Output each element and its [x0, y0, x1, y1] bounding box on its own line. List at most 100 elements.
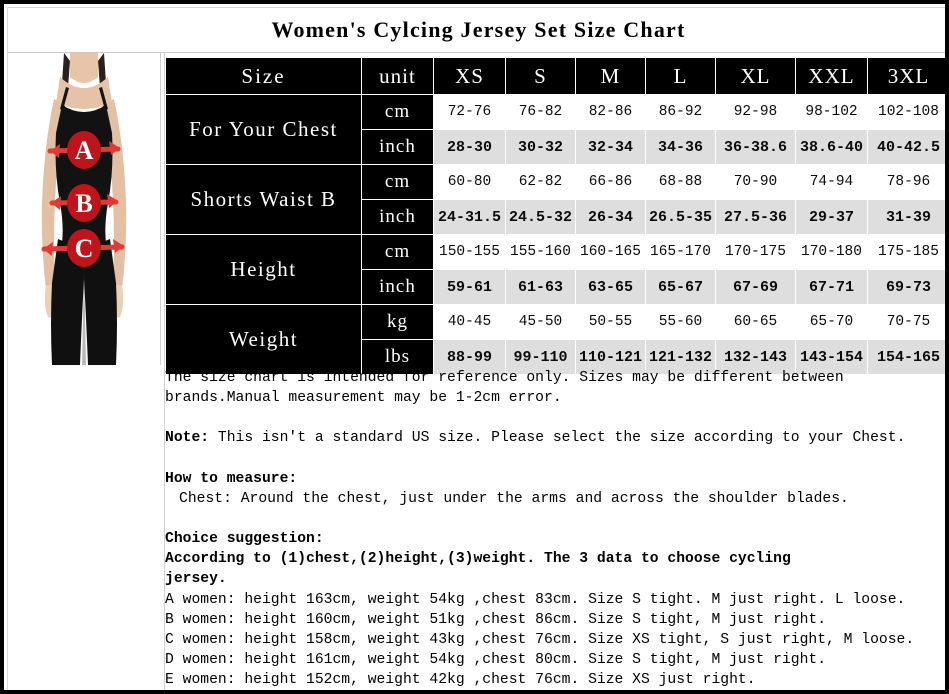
value-cell: 170-175 — [715, 234, 796, 270]
size-chart-table: Size unit XS S M L XL XXL 3XL For Your Chest cm 72-… — [165, 57, 945, 375]
value-cell: 69-73 — [867, 269, 945, 305]
choice-suggestion-line-2: jersey. — [165, 571, 227, 588]
header-size-xl: XL — [715, 57, 796, 95]
header-size-label: Size — [165, 57, 362, 95]
value-cell: 82-86 — [575, 94, 646, 130]
value-cell: 68-88 — [645, 164, 716, 200]
how-to-measure-label: How to measure: — [165, 470, 298, 487]
value-cell: 60-80 — [433, 164, 506, 200]
table-row: Height cm 150-155 155-160 160-165 165-170 170-… — [165, 234, 945, 305]
example-list: A women: height 163cm, weight 54kg ,ches… — [165, 590, 945, 690]
disclaimer-line-1: The size chart is intended for reference… — [165, 370, 844, 386]
unit-cell: kg — [361, 304, 434, 340]
header-size-m: M — [575, 57, 646, 95]
table-header-row: Size unit XS S M L XL XXL 3XL — [165, 57, 945, 95]
value-cell: 30-32 — [505, 129, 576, 165]
model-size-measurement-photo: A B C — [8, 53, 160, 365]
value-cell: 165-170 — [645, 234, 716, 270]
value-cell: 66-86 — [575, 164, 646, 200]
value-cell: 155-160 — [505, 234, 576, 270]
choice-suggestion-label: Choice suggestion: — [165, 531, 324, 548]
value-cell: 34-36 — [645, 129, 716, 165]
header-size-3xl: 3XL — [867, 57, 945, 95]
note-text: This isn't a standard US size. Please se… — [209, 430, 906, 447]
value-cell: 26-34 — [575, 199, 646, 235]
value-cell: 78-96 — [867, 164, 945, 200]
row-group-label: Shorts Waist B — [165, 164, 362, 235]
value-cell: 55-60 — [645, 304, 716, 340]
row-group-label: Weight — [165, 304, 362, 375]
table-row: Weight kg 40-45 45-50 50-55 55-60 60-65 65-70 70… — [165, 304, 945, 375]
value-cell: 86-92 — [645, 94, 716, 130]
value-cell: 67-69 — [715, 269, 796, 305]
unit-cell: cm — [361, 94, 434, 130]
value-cell: 175-185 — [867, 234, 945, 270]
example-line: D women: height 161cm, weight 54kg ,ches… — [165, 652, 827, 669]
row-group-label: For Your Chest — [165, 94, 362, 165]
example-line: A women: height 163cm, weight 54kg ,ches… — [165, 591, 906, 608]
value-cell: 28-30 — [433, 129, 506, 165]
svg-text:B: B — [75, 189, 92, 218]
value-cell: 50-55 — [575, 304, 646, 340]
size-chart-inner-frame: Women's Cylcing Jersey Set Size Chart A … — [7, 7, 945, 690]
value-cell: 40-45 — [433, 304, 506, 340]
header-size-s: S — [505, 57, 576, 95]
value-cell: 62-82 — [505, 164, 576, 200]
value-cell: 36-38.6 — [715, 129, 796, 165]
value-cell: 67-71 — [795, 269, 868, 305]
value-cell: 74-94 — [795, 164, 868, 200]
value-cell: 45-50 — [505, 304, 576, 340]
value-cell: 38.6-40 — [795, 129, 868, 165]
value-cell: 170-180 — [795, 234, 868, 270]
value-cell: 65-67 — [645, 269, 716, 305]
table-row: Shorts Waist Bcm 60-80 62-82 66-86 68-88 70-9… — [165, 164, 945, 235]
page-title-bar: Women's Cylcing Jersey Set Size Chart — [8, 8, 945, 53]
note-line: Note: This isn't a standard US size. Ple… — [165, 428, 945, 448]
choice-suggestion-line-1: According to (1)chest,(2)height,(3)weigh… — [165, 551, 791, 568]
example-line: C women: height 158cm, weight 43kg ,ches… — [165, 632, 915, 649]
value-cell: 31-39 — [867, 199, 945, 235]
page-title: Women's Cylcing Jersey Set Size Chart — [271, 17, 686, 42]
value-cell: 32-34 — [575, 129, 646, 165]
value-cell: 24-31.5 — [433, 199, 506, 235]
value-cell: 27.5-36 — [715, 199, 796, 235]
header-size-l: L — [645, 57, 716, 95]
row-group-label: Height — [165, 234, 362, 305]
unit-cell: inch — [361, 269, 434, 305]
unit-cell: cm — [361, 164, 434, 200]
value-cell: 63-65 — [575, 269, 646, 305]
example-line: E women: height 152cm, weight 42kg ,ches… — [165, 672, 756, 689]
value-cell: 26.5-35 — [645, 199, 716, 235]
model-photo-pane: A B C — [8, 53, 161, 365]
value-cell: 60-65 — [715, 304, 796, 340]
value-cell: 70-75 — [867, 304, 945, 340]
example-line: B women: height 160cm, weight 51kg ,ches… — [165, 611, 827, 628]
disclaimer-line-2: brands.Manual measurement may be 1-2cm e… — [165, 390, 562, 407]
value-cell: 29-37 — [795, 199, 868, 235]
value-cell: 160-165 — [575, 234, 646, 270]
value-cell: 92-98 — [715, 94, 796, 130]
unit-cell: cm — [361, 234, 434, 270]
header-size-xxl: XXL — [795, 57, 868, 95]
table-row: For Your Chest cm 72-76 76-82 82-86 86-92 92-9… — [165, 94, 945, 165]
header-size-xs: XS — [433, 57, 506, 95]
note-label: Note: — [165, 430, 210, 447]
value-cell: 102-108 — [867, 94, 945, 130]
unit-cell: inch — [361, 199, 434, 235]
unit-cell: inch — [361, 129, 434, 165]
svg-text:C: C — [75, 234, 94, 263]
value-cell: 76-82 — [505, 94, 576, 130]
value-cell: 72-76 — [433, 94, 506, 130]
value-cell: 150-155 — [433, 234, 506, 270]
value-cell: 61-63 — [505, 269, 576, 305]
svg-text:A: A — [75, 136, 94, 165]
value-cell: 59-61 — [433, 269, 506, 305]
value-cell: 70-90 — [715, 164, 796, 200]
value-cell: 65-70 — [795, 304, 868, 340]
size-chart-page: Women's Cylcing Jersey Set Size Chart A … — [0, 0, 949, 694]
value-cell: 24.5-32 — [505, 199, 576, 235]
header-unit-label: unit — [361, 57, 434, 95]
